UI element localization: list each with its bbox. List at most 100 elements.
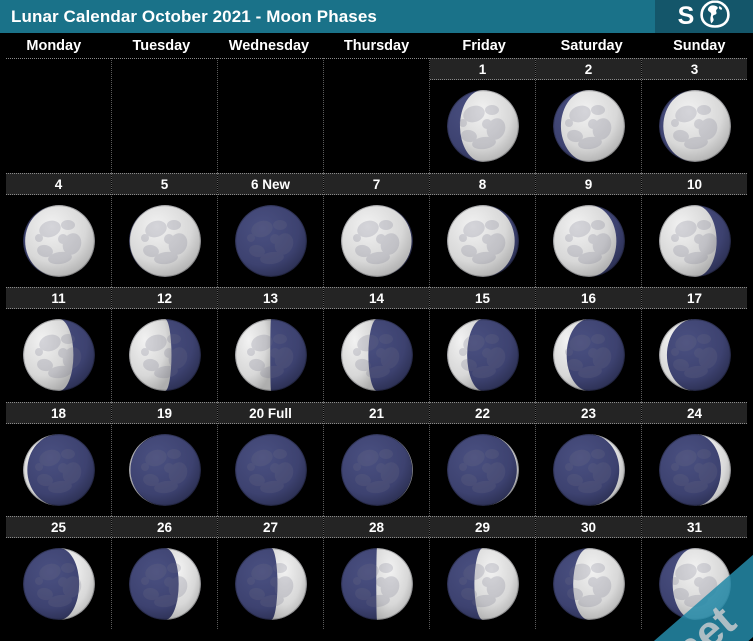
day-number-label: 9: [536, 172, 641, 195]
moon-phase-icon: [552, 547, 625, 620]
day-number-label: 18: [6, 401, 111, 424]
day-number-label: [218, 58, 323, 80]
moon-phase-container: [324, 309, 429, 402]
moon-phase-container: [430, 309, 535, 402]
moon-phase-icon: [22, 547, 95, 620]
weekday-wednesday: Wednesday: [228, 37, 310, 54]
moon-phase-icon: [340, 204, 413, 277]
weekday-thursday: Thursday: [343, 37, 410, 54]
day-number-label: 19: [112, 401, 217, 424]
day-number-label: [112, 58, 217, 80]
moon-phase-container: [112, 538, 217, 629]
calendar-day-cell[interactable]: 21: [324, 401, 430, 517]
calendar-day-cell[interactable]: 16: [536, 287, 642, 402]
moon-phase-container: [536, 424, 641, 517]
moon-phase-icon: [128, 319, 201, 392]
day-number-label: 10: [642, 172, 747, 195]
calendar-day-cell[interactable]: 15: [430, 287, 536, 402]
calendar-day-cell[interactable]: 10: [642, 172, 747, 288]
day-number-label: 31: [642, 516, 747, 539]
moon-phase-container: [642, 195, 747, 288]
day-number-label: 29: [430, 516, 535, 539]
weekday-tuesday: Tuesday: [132, 37, 191, 54]
moon-phase-icon: [22, 319, 95, 392]
moon-phase-icon: [22, 434, 95, 507]
moon-phase-container: [536, 538, 641, 629]
calendar-day-cell[interactable]: 25: [6, 516, 112, 630]
moon-phase-container: [536, 195, 641, 288]
calendar-day-cell[interactable]: 3: [642, 58, 747, 173]
calendar-day-cell[interactable]: 26: [112, 516, 218, 630]
calendar-day-cell[interactable]: 12: [112, 287, 218, 402]
calendar-day-cell[interactable]: 1: [430, 58, 536, 173]
day-number-label: 8: [430, 172, 535, 195]
moon-phase-container: [324, 424, 429, 517]
moon-phase-container: [324, 538, 429, 629]
moon-phase-icon: [128, 434, 201, 507]
moon-phase-icon: [658, 319, 731, 392]
calendar-day-cell[interactable]: 18: [6, 401, 112, 517]
moon-phase-icon: [340, 547, 413, 620]
day-number-label: [6, 58, 111, 80]
site-logo[interactable]: S: [655, 0, 753, 33]
calendar-cell-empty: [324, 58, 430, 173]
calendar-day-cell[interactable]: 13: [218, 287, 324, 402]
moon-phase-icon: [446, 547, 519, 620]
calendar-day-cell[interactable]: 20 Full: [218, 401, 324, 517]
calendar-day-cell[interactable]: 23: [536, 401, 642, 517]
logo-letter-s: S: [677, 2, 695, 30]
calendar-day-cell[interactable]: 24: [642, 401, 747, 517]
moon-phase-container: [6, 309, 111, 402]
moon-phase-container: [642, 80, 747, 173]
calendar-day-cell[interactable]: 11: [6, 287, 112, 402]
moon-phase-icon: [552, 319, 625, 392]
moon-phase-icon: [128, 204, 201, 277]
page-title: Lunar Calendar October 2021 - Moon Phase…: [11, 6, 377, 26]
moon-phase-icon: [446, 319, 519, 392]
calendar-week-row: 4 5 6 New 7 8 9 10: [6, 172, 747, 288]
day-number-label: 24: [642, 401, 747, 424]
moon-phase-icon: [552, 90, 625, 163]
day-number-label: 7: [324, 172, 429, 195]
calendar-day-cell[interactable]: 22: [430, 401, 536, 517]
moon-phase-icon: [234, 319, 307, 392]
weekday-sunday: Sunday: [673, 37, 726, 54]
moon-phase-container: [218, 309, 323, 402]
day-number-label: 17: [642, 287, 747, 310]
calendar-day-cell[interactable]: 19: [112, 401, 218, 517]
moon-phase-container: [642, 538, 747, 629]
calendar-day-cell[interactable]: 31: [642, 516, 747, 630]
weekday-friday: Friday: [462, 37, 506, 54]
calendar-day-cell[interactable]: 7: [324, 172, 430, 288]
moon-phase-icon: [446, 434, 519, 507]
calendar-day-cell[interactable]: 29: [430, 516, 536, 630]
moon-phase-container: [112, 80, 217, 173]
moon-phase-icon: [446, 204, 519, 277]
calendar-cell-empty: [6, 58, 112, 173]
day-number-label: 6 New: [218, 172, 323, 195]
calendar-day-cell[interactable]: 2: [536, 58, 642, 173]
moon-phase-icon: [658, 90, 731, 163]
moon-phase-icon: [552, 434, 625, 507]
moon-phase-container: [536, 80, 641, 173]
day-number-label: 22: [430, 401, 535, 424]
moon-phase-container: [324, 80, 429, 173]
calendar-day-cell[interactable]: 30: [536, 516, 642, 630]
calendar-week-row: 1 2 3: [6, 58, 747, 173]
calendar-day-cell[interactable]: 5: [112, 172, 218, 288]
calendar-day-cell[interactable]: 27: [218, 516, 324, 630]
moon-phase-icon: [658, 434, 731, 507]
calendar-day-cell[interactable]: 28: [324, 516, 430, 630]
calendar-day-cell[interactable]: 6 New: [218, 172, 324, 288]
calendar-day-cell[interactable]: 9: [536, 172, 642, 288]
day-number-label: 11: [6, 287, 111, 310]
calendar-day-cell[interactable]: 4: [6, 172, 112, 288]
moon-phase-container: [112, 195, 217, 288]
calendar-day-cell[interactable]: 14: [324, 287, 430, 402]
calendar-day-cell[interactable]: 17: [642, 287, 747, 402]
calendar-day-cell[interactable]: 8: [430, 172, 536, 288]
calendar-week-row: 18 19 20 Full 21 22 23 24: [6, 401, 747, 517]
day-number-label: 13: [218, 287, 323, 310]
globe-americas-icon: [700, 0, 731, 33]
moon-phase-container: [112, 424, 217, 517]
